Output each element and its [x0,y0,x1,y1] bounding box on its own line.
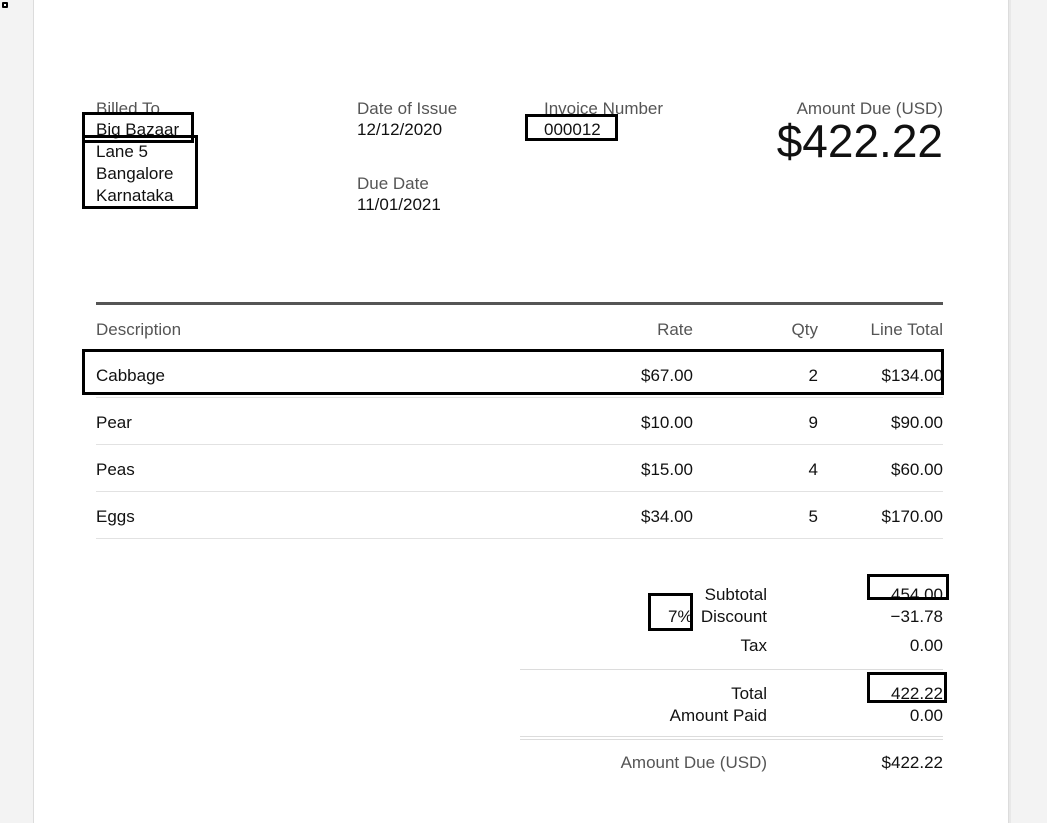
row-3-qty[interactable]: 4 [809,460,818,480]
amount-paid-value[interactable]: 0.00 [910,706,943,726]
column-header-line-total: Line Total [870,320,943,339]
table-top-rule [96,302,943,305]
row-4-rate[interactable]: $34.00 [641,507,693,527]
amount-due-value: $422.22 [881,753,943,772]
column-header-qty: Qty [791,320,818,339]
row-4-description[interactable]: Eggs [96,507,135,527]
row-4-line-total: $170.00 [881,507,943,526]
column-header-rate: Rate [657,320,693,339]
row-1-selection-outline [82,349,944,395]
total-value-outline [867,672,947,703]
summary-divider [520,669,943,670]
row-2-rate[interactable]: $10.00 [641,413,693,433]
amount-due-header-value: $422.22 [776,115,943,167]
discount-percent-outline [648,593,693,631]
date-of-issue-label: Date of Issue [357,99,458,118]
row-3-line-total: $60.00 [891,460,943,479]
total-label: Total [731,684,767,703]
row-2-line-total: $90.00 [891,413,943,432]
due-date-value[interactable]: 11/01/2021 [357,194,441,216]
row-divider [96,538,943,539]
subtotal-value-outline [867,574,949,600]
invoice-number-field-outline [525,114,618,141]
summary-divider [520,736,943,737]
date-of-issue-value[interactable]: 12/12/2020 [357,119,442,141]
row-3-rate[interactable]: $15.00 [641,460,693,480]
row-divider [96,491,943,492]
summary-divider [520,739,943,740]
discount-value: −31.78 [890,607,943,626]
row-4-qty[interactable]: 5 [809,507,818,527]
discount-label: Discount [700,607,767,626]
tax-value[interactable]: 0.00 [910,636,943,656]
tax-label: Tax [740,636,767,655]
row-3-description[interactable]: Peas [96,460,135,480]
row-2-description[interactable]: Pear [96,413,132,433]
due-date-label: Due Date [357,174,429,193]
billed-to-address-field-outline [82,135,198,209]
subtotal-label: Subtotal [704,585,767,604]
row-divider [96,397,943,398]
column-header-description: Description [96,320,182,339]
amount-paid-label: Amount Paid [669,706,767,725]
row-divider [96,444,943,445]
row-2-qty[interactable]: 9 [809,413,818,433]
amount-due-label: Amount Due (USD) [620,753,767,772]
selection-handle-icon[interactable] [2,2,8,8]
